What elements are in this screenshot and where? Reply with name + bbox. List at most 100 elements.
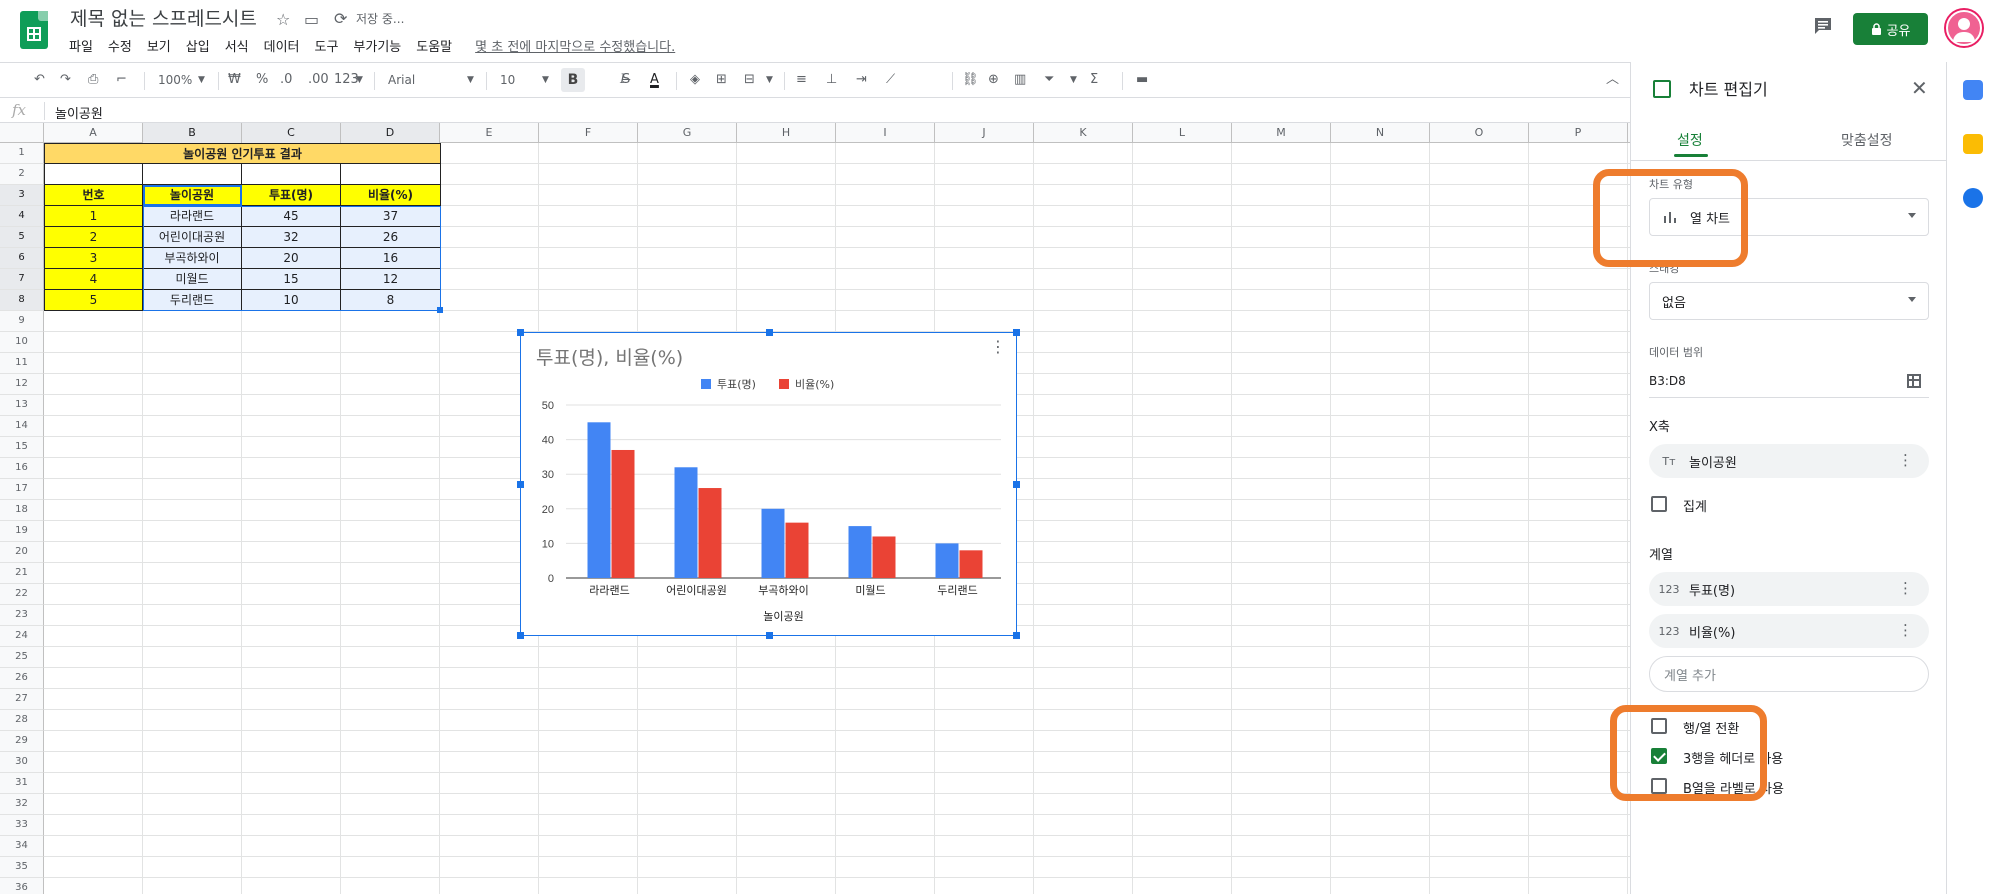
row-header-31[interactable]: 31	[0, 773, 44, 794]
series-chip[interactable]: 123 투표(명) ⋮	[1649, 572, 1929, 606]
more-vert-icon[interactable]: ⋮	[1898, 580, 1913, 596]
input-tools-icon[interactable]: ▬	[1136, 71, 1148, 89]
row-header-16[interactable]: 16	[0, 458, 44, 479]
row-header-10[interactable]: 10	[0, 332, 44, 353]
row-header-33[interactable]: 33	[0, 815, 44, 836]
row-header-22[interactable]: 22	[0, 584, 44, 605]
table-cell[interactable]: 37	[341, 206, 441, 227]
column-header-f[interactable]: F	[539, 123, 638, 143]
comment-icon[interactable]	[1812, 15, 1834, 37]
align-horizontal-icon[interactable]: ≡	[796, 71, 807, 89]
table-cell[interactable]: 26	[341, 227, 441, 248]
calendar-icon[interactable]	[1963, 80, 1983, 100]
row-header-8[interactable]: 8	[0, 290, 44, 311]
header-row-checkbox[interactable]	[1651, 748, 1667, 764]
menu-file[interactable]: 파일	[69, 36, 100, 56]
align-vertical-icon[interactable]: ⊥	[826, 71, 837, 89]
row-header-14[interactable]: 14	[0, 416, 44, 437]
aggregate-checkbox[interactable]	[1651, 496, 1667, 512]
row-header-17[interactable]: 17	[0, 479, 44, 500]
column-header-p[interactable]: P	[1529, 123, 1628, 143]
zoom-dropdown-icon[interactable]: ▼	[198, 71, 205, 89]
table-cell[interactable]: 16	[341, 248, 441, 269]
row-header-12[interactable]: 12	[0, 374, 44, 395]
column-header-k[interactable]: K	[1034, 123, 1133, 143]
font-dropdown-icon[interactable]: ▼	[467, 71, 474, 89]
stacking-dropdown[interactable]: 없음	[1649, 282, 1929, 320]
text-color-button[interactable]: A	[650, 71, 659, 89]
insert-link-icon[interactable]: ⛓	[962, 71, 979, 89]
table-cell[interactable]: 8	[341, 290, 441, 311]
table-cell[interactable]: 4	[44, 269, 143, 290]
collapse-toolbar-icon[interactable]: ︿	[1606, 71, 1619, 89]
label-column-checkbox[interactable]	[1651, 778, 1667, 794]
menu-tools[interactable]: 도구	[315, 36, 346, 56]
font-size-dropdown-icon[interactable]: ▼	[542, 71, 549, 89]
row-header-15[interactable]: 15	[0, 437, 44, 458]
row-header-27[interactable]: 27	[0, 689, 44, 710]
decrease-decimal-button[interactable]: .0	[280, 71, 292, 89]
share-button[interactable]: 공유	[1853, 13, 1928, 45]
embedded-chart[interactable]: 투표(명), 비율(%) ⋮ 0 10 20 30 40 50 라라랜드 어린이대공원 부곡하와…	[517, 329, 1020, 639]
add-series-button[interactable]: 계열 추가	[1649, 656, 1929, 692]
table-cell[interactable]: 12	[341, 269, 441, 290]
column-header-a[interactable]: A	[44, 123, 143, 143]
row-header-20[interactable]: 20	[0, 542, 44, 563]
increase-decimal-button[interactable]: .00	[308, 71, 329, 89]
close-icon[interactable]: ✕	[1911, 76, 1928, 100]
row-header-6[interactable]: 6	[0, 248, 44, 269]
column-header-g[interactable]: G	[638, 123, 737, 143]
column-header-m[interactable]: M	[1232, 123, 1331, 143]
row-header-4[interactable]: 4	[0, 206, 44, 227]
row-header-34[interactable]: 34	[0, 836, 44, 857]
filter-dropdown-icon[interactable]: ▼	[1070, 71, 1077, 89]
font-size-select[interactable]: 10	[500, 71, 515, 89]
row-header-1[interactable]: 1	[0, 143, 44, 164]
menu-insert[interactable]: 삽입	[186, 36, 217, 56]
row-header-29[interactable]: 29	[0, 731, 44, 752]
cell-b2[interactable]	[143, 164, 242, 185]
column-header-l[interactable]: L	[1133, 123, 1232, 143]
table-cell[interactable]: 미월드	[143, 269, 242, 290]
star-icon[interactable]: ☆	[276, 11, 290, 29]
table-cell[interactable]: 부곡하와이	[143, 248, 242, 269]
tab-customize[interactable]: 맞춤설정	[1841, 130, 1893, 150]
table-cell[interactable]: 5	[44, 290, 143, 311]
menu-edit[interactable]: 수정	[108, 36, 139, 56]
tasks-icon[interactable]	[1963, 188, 1983, 208]
undo-icon[interactable]: ↶	[34, 71, 45, 89]
column-header-b[interactable]: B	[143, 123, 242, 143]
table-cell[interactable]: 45	[242, 206, 341, 227]
merge-cells-icon[interactable]: ⊟	[744, 71, 755, 89]
row-header-5[interactable]: 5	[0, 227, 44, 248]
redo-icon[interactable]: ↷	[60, 71, 71, 89]
font-select[interactable]: Arial	[388, 71, 415, 89]
column-header-c[interactable]: C	[242, 123, 341, 143]
row-header-35[interactable]: 35	[0, 857, 44, 878]
text-wrap-icon[interactable]: ⇥	[856, 71, 867, 89]
row-header-3[interactable]: 3	[0, 185, 44, 206]
row-header-25[interactable]: 25	[0, 647, 44, 668]
table-cell[interactable]: 라라랜드	[143, 206, 242, 227]
header-cell-park[interactable]: 놀이공원	[143, 185, 242, 206]
cell-d2[interactable]	[341, 164, 441, 185]
zoom-select[interactable]: 100%	[158, 71, 192, 89]
panel-scrollbar[interactable]	[1925, 154, 1933, 894]
table-title-cell[interactable]: 놀이공원 인기투표 결과	[44, 143, 441, 164]
row-header-21[interactable]: 21	[0, 563, 44, 584]
column-header-d[interactable]: D	[341, 123, 440, 143]
row-header-32[interactable]: 32	[0, 794, 44, 815]
row-header-26[interactable]: 26	[0, 668, 44, 689]
row-header-11[interactable]: 11	[0, 353, 44, 374]
header-cell-votes[interactable]: 투표(명)	[242, 185, 341, 206]
select-all-corner[interactable]	[0, 123, 44, 143]
row-header-19[interactable]: 19	[0, 521, 44, 542]
document-title[interactable]: 제목 없는 스프레드시트	[70, 4, 257, 31]
currency-button[interactable]: ₩	[228, 71, 241, 89]
switch-rows-columns-checkbox[interactable]	[1651, 718, 1667, 734]
table-cell[interactable]: 10	[242, 290, 341, 311]
borders-icon[interactable]: ⊞	[716, 71, 727, 89]
chart-type-dropdown[interactable]: 열 차트	[1649, 198, 1929, 236]
table-cell[interactable]: 어린이대공원	[143, 227, 242, 248]
table-cell[interactable]: 15	[242, 269, 341, 290]
